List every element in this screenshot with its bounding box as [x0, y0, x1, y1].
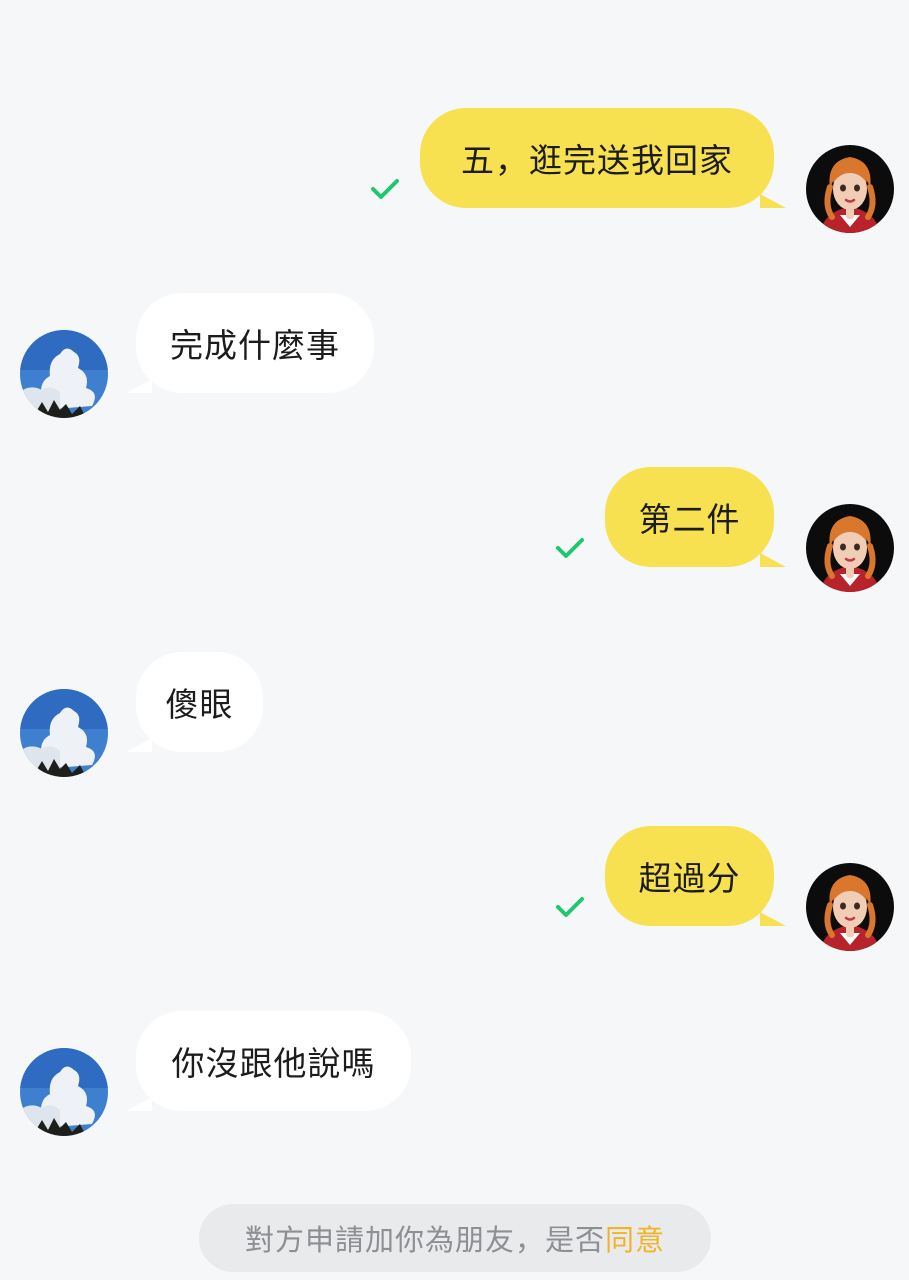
bubble-tail — [760, 912, 786, 926]
bubble-tail — [126, 1097, 152, 1111]
bubble-tail — [126, 738, 152, 752]
message-row-sent: 五，逛完送我回家 — [0, 108, 909, 233]
message-row-sent: 第二件 — [0, 467, 909, 592]
sent-message-bubble[interactable]: 五，逛完送我回家 — [420, 108, 774, 208]
message-text: 你沒跟他說嗎 — [171, 1044, 376, 1083]
sky-clouds-avatar-icon — [20, 330, 108, 418]
read-check-icon — [555, 537, 585, 559]
friend-request-text: 對方申請加你為朋友，是否 — [244, 1223, 605, 1257]
received-message-bubble[interactable]: 傻眼 — [136, 652, 263, 752]
message-text: 第二件 — [638, 500, 741, 539]
message-text: 完成什麼事 — [170, 326, 340, 365]
read-check-icon — [555, 896, 585, 918]
message-row-sent: 超過分 — [0, 826, 909, 951]
agree-link[interactable]: 同意 — [605, 1217, 665, 1259]
sky-clouds-avatar-icon — [20, 1048, 108, 1136]
received-message-bubble[interactable]: 你沒跟他說嗎 — [136, 1011, 411, 1111]
bubble-tail — [760, 553, 786, 567]
received-message-bubble[interactable]: 完成什麼事 — [136, 293, 374, 393]
cartoon-girl-avatar-icon — [806, 145, 894, 233]
contact-avatar[interactable] — [20, 689, 108, 777]
contact-avatar[interactable] — [20, 330, 108, 418]
bubble-tail — [126, 379, 152, 393]
self-avatar[interactable] — [806, 145, 894, 233]
message-row-received: 完成什麼事 — [0, 293, 909, 418]
sent-message-bubble[interactable]: 超過分 — [605, 826, 774, 926]
message-text: 五，逛完送我回家 — [461, 141, 733, 180]
self-avatar[interactable] — [806, 863, 894, 951]
message-row-received: 傻眼 — [0, 652, 909, 777]
cartoon-girl-avatar-icon — [806, 863, 894, 951]
sent-message-bubble[interactable]: 第二件 — [605, 467, 774, 567]
self-avatar[interactable] — [806, 504, 894, 592]
read-check-icon — [370, 178, 400, 200]
bubble-tail — [760, 194, 786, 208]
message-text: 傻眼 — [165, 685, 234, 724]
contact-avatar[interactable] — [20, 1048, 108, 1136]
cartoon-girl-avatar-icon — [806, 504, 894, 592]
friend-request-bar: 對方申請加你為朋友，是否 同意 — [199, 1204, 711, 1272]
sky-clouds-avatar-icon — [20, 689, 108, 777]
message-row-received: 你沒跟他說嗎 — [0, 1011, 909, 1136]
message-text: 超過分 — [638, 859, 741, 898]
